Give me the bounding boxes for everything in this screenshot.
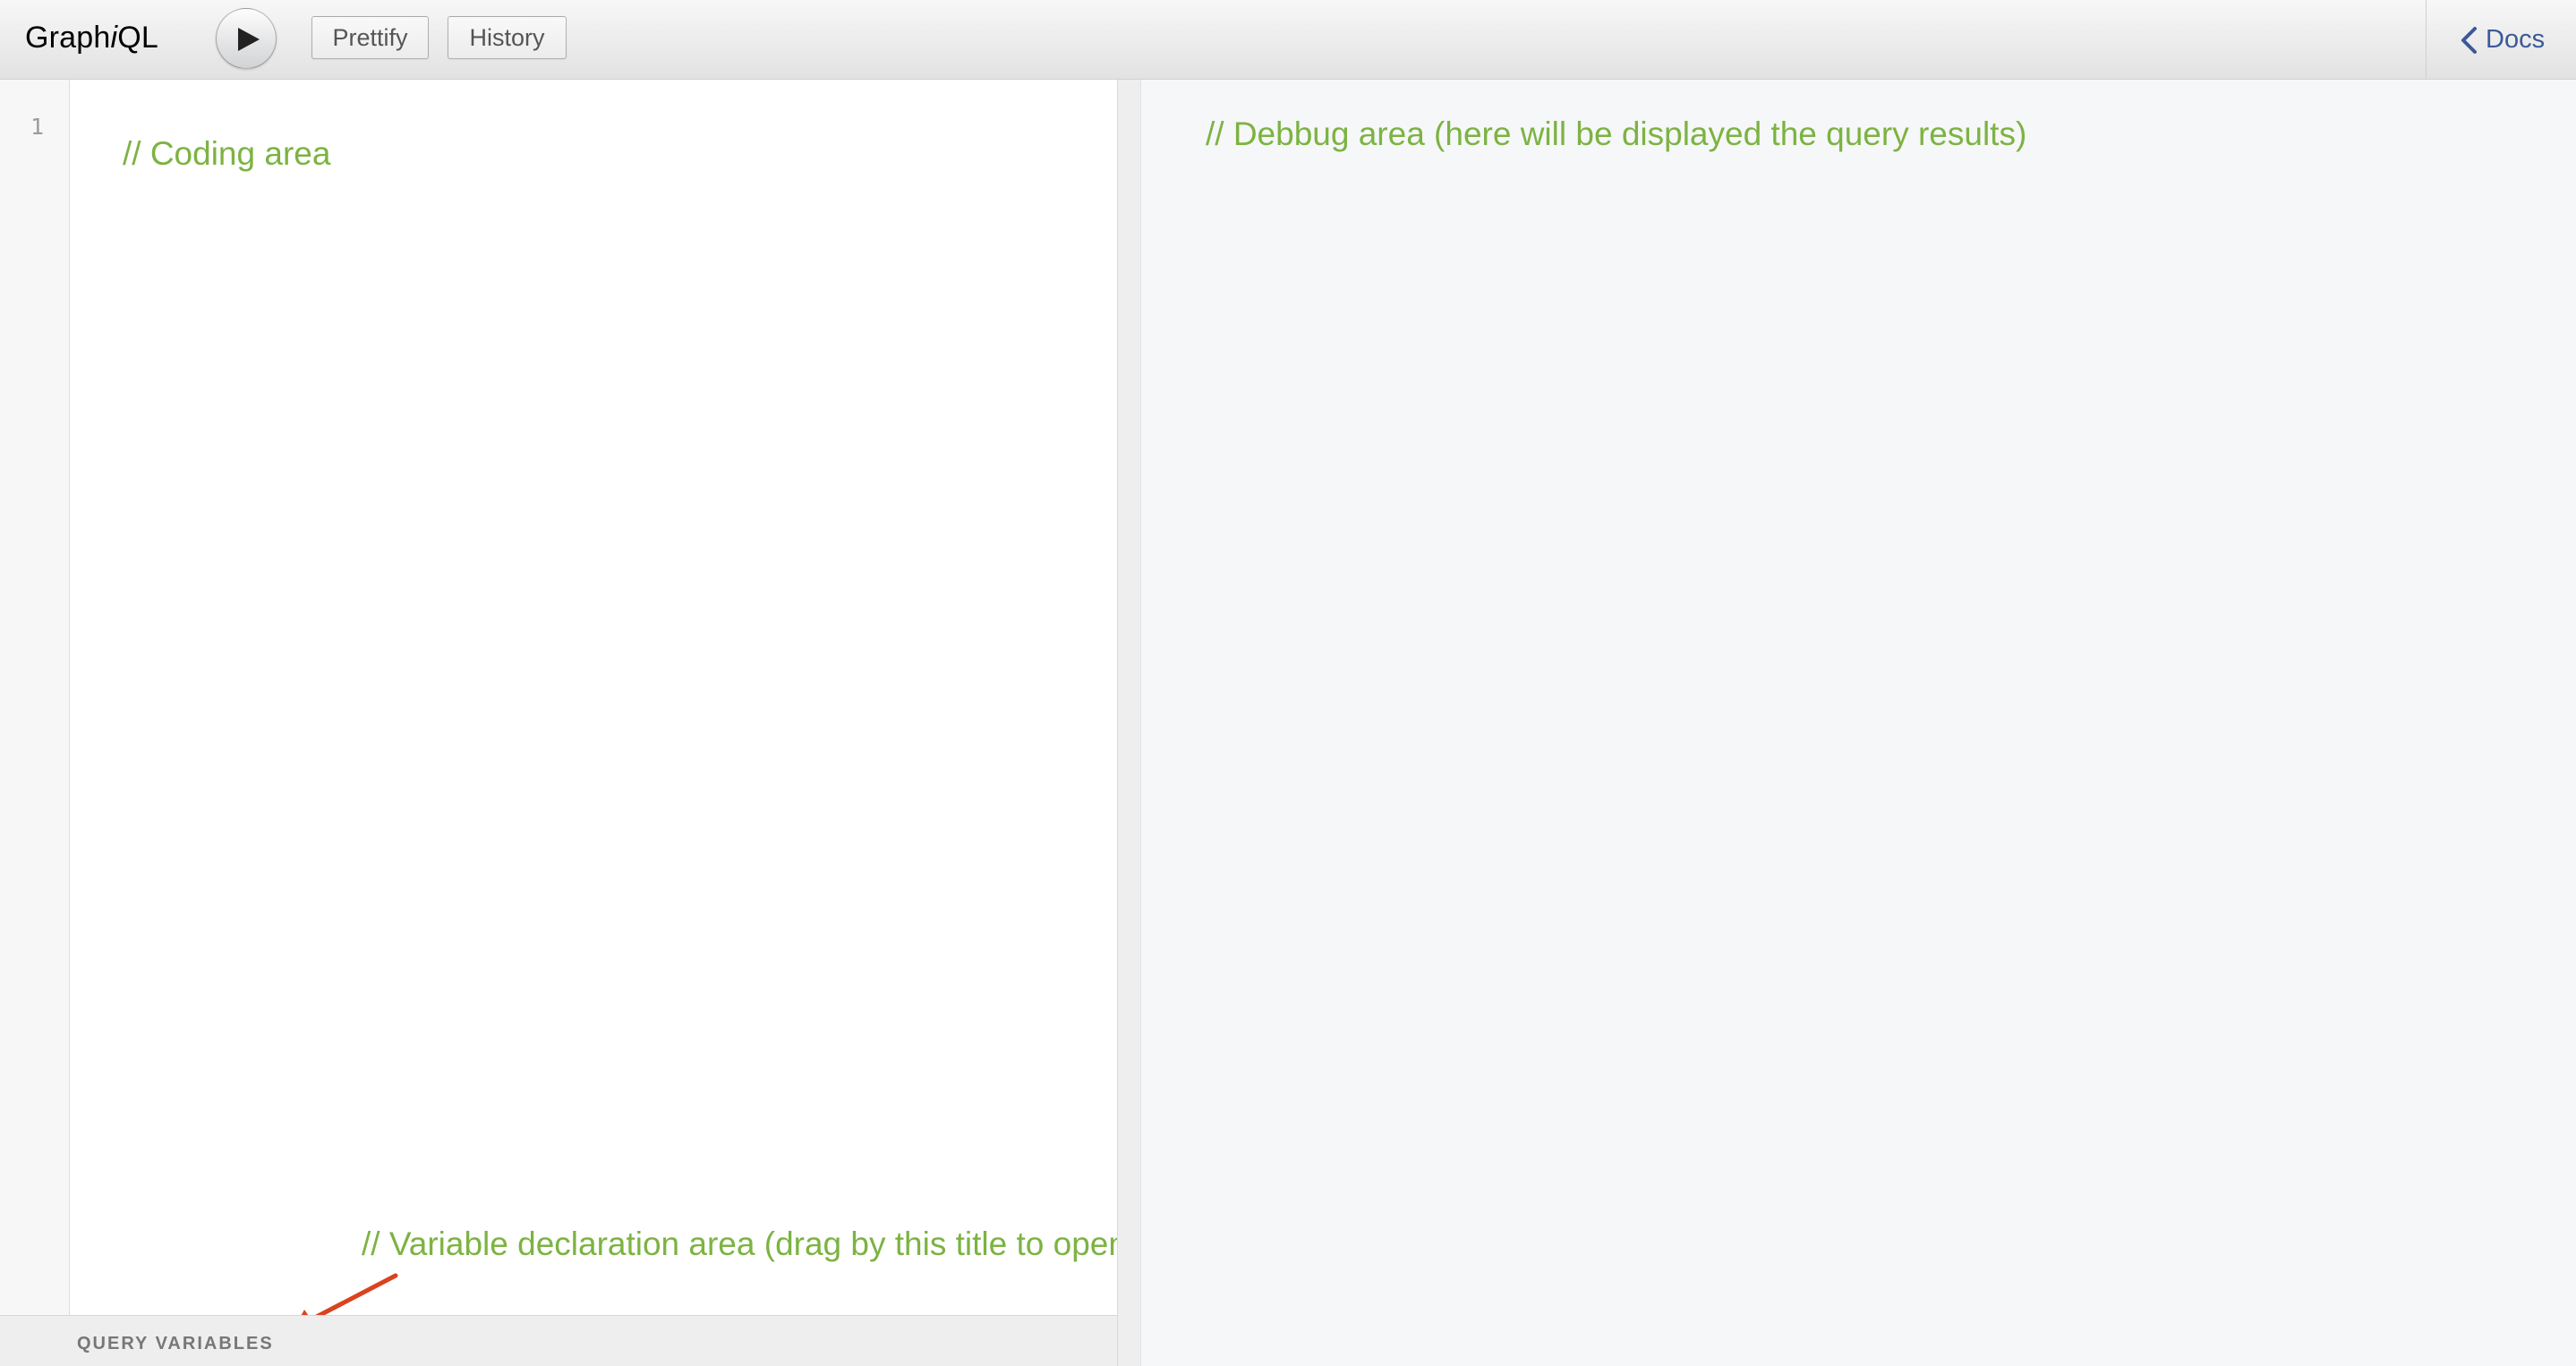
docs-label: Docs — [2486, 25, 2546, 54]
query-variables-drag-bar[interactable]: QUERY VARIABLES — [0, 1315, 1117, 1366]
coding-area-annotation: // Coding area — [123, 135, 331, 172]
history-button[interactable]: History — [448, 16, 567, 59]
line-number-gutter: 1 — [0, 80, 70, 1315]
toolbar: GraphiQL Prettify History Docs — [0, 0, 2576, 80]
chevron-left-icon — [2461, 27, 2477, 54]
pane-resize-handle[interactable] — [1117, 80, 1141, 1366]
play-icon — [238, 28, 260, 51]
query-editor[interactable]: 1 // Coding area // Variable declaration… — [0, 80, 1138, 1366]
variable-area-annotation: // Variable declaration area (drag by th… — [362, 1225, 1139, 1262]
execute-query-button[interactable] — [216, 8, 277, 69]
result-viewer: // Debbug area (here will be displayed t… — [1141, 80, 2576, 1366]
logo-suffix: QL — [117, 21, 159, 55]
docs-button[interactable]: Docs — [2426, 0, 2576, 80]
prettify-button[interactable]: Prettify — [311, 16, 429, 59]
debug-area-annotation: // Debbug area (here will be displayed t… — [1206, 115, 2027, 152]
logo-prefix: Graph — [25, 21, 111, 55]
app-logo: GraphiQL — [25, 18, 158, 57]
query-variables-title: QUERY VARIABLES — [77, 1334, 274, 1353]
line-number: 1 — [30, 114, 45, 140]
